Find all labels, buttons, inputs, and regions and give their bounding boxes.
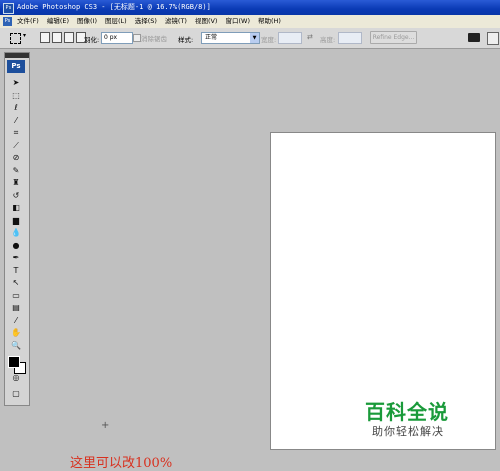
zoom-tool-icon[interactable]: 🔍 [9,341,23,351]
style-value: 正常 [205,34,218,41]
menu-window[interactable]: 窗口(W) [225,15,250,28]
type-tool-icon[interactable]: T [9,266,23,276]
menu-bar: Ps 文件(F) 编辑(E) 图像(I) 图层(L) 选择(S) 滤镜(T) 视… [0,15,500,28]
title-bar: Ps Adobe Photoshop CS3 - [无标题-1 @ 16.7%(… [0,0,500,15]
feather-input[interactable]: 0 px [101,32,133,44]
menu-image[interactable]: 图像(I) [77,15,97,28]
gradient-tool-icon[interactable]: ▆ [9,216,23,226]
add-selection-icon[interactable] [52,32,62,43]
history-brush-tool-icon[interactable]: ↺ [9,191,23,201]
marquee-tool-icon[interactable]: ⬚ [9,91,23,101]
path-selection-tool-icon[interactable]: ↖ [9,278,23,288]
pen-tool-icon[interactable]: ✒ [9,253,23,263]
toolbox-grip[interactable] [5,53,29,58]
watermark-subtitle: 助你轻松解决 [372,425,444,438]
magic-wand-tool-icon[interactable]: ⁄ [9,116,23,126]
ps-logo[interactable]: Ps [7,60,25,73]
eyedropper-tool-icon[interactable]: ⁄ [9,316,23,326]
blur-tool-icon[interactable]: 💧 [9,228,23,238]
selection-mode-group [40,32,86,43]
hand-tool-icon[interactable]: ✋ [9,328,23,338]
menu-filter[interactable]: 滤镜(T) [165,15,187,28]
width-label: 宽度: [261,36,277,44]
dodge-tool-icon[interactable]: ● [9,241,23,251]
screen-mode-icon[interactable]: ▢ [9,389,23,399]
swap-icon[interactable]: ⇄ [307,33,313,41]
menu-view[interactable]: 视图(V) [195,15,218,28]
shape-tool-icon[interactable]: ▭ [9,291,23,301]
toolbox: Ps ➤ ⬚ ℓ ⁄ ⌗ ⟋ ⊘ ✎ ♜ ↺ ◧ ▆ 💧 ● ✒ T ↖ ▭ ▤ ⁄ ✋ 🔍 ◎ ▢ [4,52,30,406]
panel-toggle-icon[interactable] [487,32,499,45]
menu-edit[interactable]: 编辑(E) [47,15,69,28]
style-label: 样式: [178,36,194,44]
height-input[interactable] [338,32,362,44]
crosshair-cursor-icon: + [101,420,110,431]
marquee-preset-icon[interactable] [10,33,21,44]
healing-brush-tool-icon[interactable]: ⊘ [9,153,23,163]
clone-stamp-tool-icon[interactable]: ♜ [9,178,23,188]
preset-dropdown-icon[interactable]: ▾ [23,32,26,39]
subtract-selection-icon[interactable] [64,32,74,43]
height-label: 高度: [320,36,336,44]
brush-tool-icon[interactable]: ✎ [9,166,23,176]
palette-well-icon[interactable] [468,33,480,42]
app-icon: Ps [3,3,14,14]
crop-tool-icon[interactable]: ⌗ [9,128,23,138]
quick-mask-icon[interactable]: ◎ [9,373,23,383]
menu-help[interactable]: 帮助(H) [258,15,281,28]
new-selection-icon[interactable] [40,32,50,43]
notes-tool-icon[interactable]: ▤ [9,303,23,313]
move-tool-icon[interactable]: ➤ [9,78,23,88]
chevron-down-icon[interactable]: ▼ [250,33,259,43]
document-icon[interactable]: Ps [3,17,12,26]
slice-tool-icon[interactable]: ⟋ [9,141,23,151]
options-bar: ▾ 羽化: 0 px 消除锯齿 样式: 正常 ▼ 宽度: ⇄ 高度: Refin… [0,28,500,49]
anti-alias-checkbox[interactable] [133,34,141,42]
eraser-tool-icon[interactable]: ◧ [9,203,23,213]
menu-select[interactable]: 选择(S) [135,15,157,28]
menu-file[interactable]: 文件(F) [17,15,39,28]
foreground-color-swatch[interactable] [8,356,20,368]
width-input[interactable] [278,32,302,44]
menu-layer[interactable]: 图层(L) [105,15,127,28]
annotation-text: 这里可以改100% [70,456,173,471]
feather-label: 羽化: [84,36,100,44]
lasso-tool-icon[interactable]: ℓ [9,103,23,113]
refine-edge-button[interactable]: Refine Edge... [370,31,417,44]
window-title: Adobe Photoshop CS3 - [无标题-1 @ 16.7%(RGB… [17,3,211,11]
watermark-title: 百科全说 [365,400,449,424]
anti-alias-label: 消除锯齿 [141,35,167,43]
style-select[interactable]: 正常 ▼ [201,32,260,44]
